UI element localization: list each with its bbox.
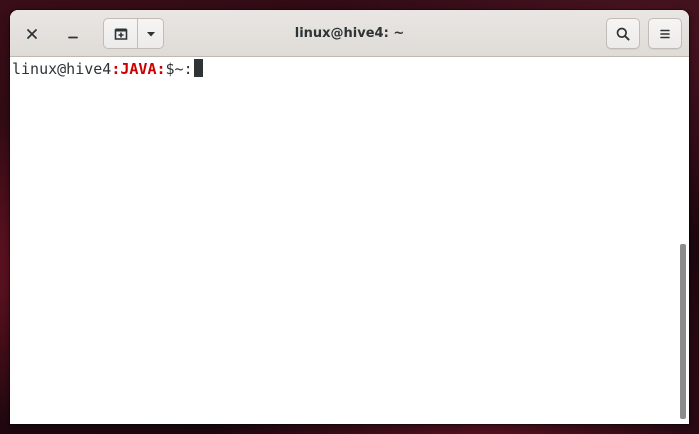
chevron-down-icon — [146, 31, 155, 36]
close-button[interactable] — [15, 18, 49, 49]
new-tab-button[interactable] — [103, 18, 138, 49]
search-icon — [616, 27, 630, 41]
hamburger-menu-icon — [660, 29, 670, 38]
terminal-window: linux@hive4: ~ linux@hive4:JAVA:$~: — [10, 10, 689, 424]
new-tab-icon — [114, 28, 127, 40]
prompt-tag: JAVA — [120, 60, 157, 78]
terminal-output-area[interactable]: linux@hive4:JAVA:$~: — [10, 57, 689, 424]
new-tab-menu-button[interactable] — [138, 18, 164, 49]
scrollbar[interactable] — [679, 68, 687, 420]
close-icon — [27, 28, 37, 39]
prompt-separator-2: : — [156, 60, 166, 78]
new-tab-button-group — [103, 18, 164, 49]
text-cursor — [193, 59, 203, 77]
prompt-path: $~: — [165, 60, 193, 78]
minimize-button[interactable] — [56, 18, 90, 49]
search-button[interactable] — [606, 18, 640, 49]
headerbar: linux@hive4: ~ — [10, 10, 689, 57]
scrollbar-thumb[interactable] — [679, 243, 687, 420]
minimize-icon — [68, 36, 78, 38]
prompt-user-host: linux@hive4 — [12, 60, 112, 78]
menu-button[interactable] — [648, 18, 682, 49]
